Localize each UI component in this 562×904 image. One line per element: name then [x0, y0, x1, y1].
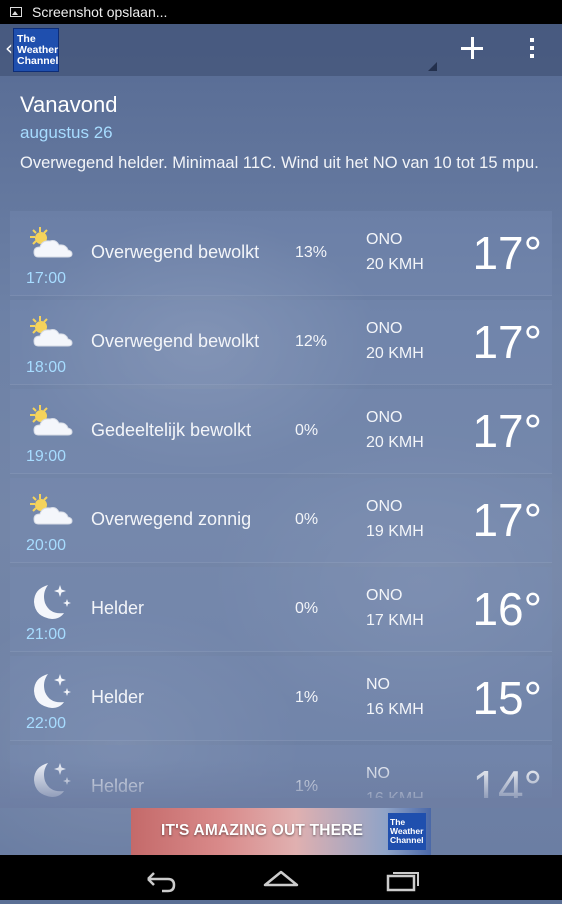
- forecast-temperature: 16°: [472, 583, 542, 635]
- wind-direction: ONO: [366, 231, 403, 248]
- forecast-date: augustus 26: [20, 123, 113, 142]
- status-notification-text: Screenshot opslaan...: [32, 4, 168, 20]
- wind-direction: ONO: [366, 498, 403, 515]
- wind-speed: 20 KMH: [366, 434, 424, 451]
- forecast-row[interactable]: 21:00 Helder 0% ONO 17 KMH 16°: [10, 567, 552, 652]
- recent-apps-icon: [386, 872, 419, 892]
- forecast-temperature: 17°: [472, 405, 542, 457]
- dropdown-corner-indicator: [428, 62, 437, 71]
- list-fade-overlay: [0, 760, 562, 808]
- recents-nav-button[interactable]: [372, 855, 432, 900]
- forecast-temperature: 17°: [472, 316, 542, 368]
- forecast-temperature: 17°: [472, 494, 542, 546]
- partly-cloudy-icon: [26, 312, 76, 356]
- forecast-condition: Gedeeltelijk bewolkt: [91, 420, 252, 440]
- status-bar: Screenshot opslaan...: [0, 0, 562, 24]
- app-logo[interactable]: The Weather Channel: [13, 28, 59, 72]
- wind-direction: ONO: [366, 409, 403, 426]
- forecast-row[interactable]: 22:00 Helder 1% NO 16 KMH 15°: [10, 656, 552, 741]
- precip-chance: 1%: [295, 689, 319, 706]
- forecast-condition: Overwegend bewolkt: [91, 242, 260, 262]
- screenshot-notification-icon: [10, 7, 22, 17]
- precip-chance: 0%: [295, 422, 319, 439]
- hourly-forecast-list[interactable]: 17:00 Overwegend bewolkt 13% ONO 20 KMH …: [10, 211, 552, 798]
- precip-chance: 0%: [295, 511, 319, 528]
- wind-direction: NO: [366, 676, 390, 693]
- forecast-time: 19:00: [26, 448, 67, 465]
- add-location-button[interactable]: [458, 34, 486, 62]
- overflow-menu-button[interactable]: [527, 38, 537, 62]
- forecast-condition: Helder: [91, 687, 145, 707]
- clear-night-icon: [26, 668, 76, 712]
- forecast-condition: Overwegend zonnig: [91, 509, 252, 529]
- home-nav-button[interactable]: [251, 855, 311, 900]
- wind-direction: ONO: [366, 320, 403, 337]
- home-icon: [263, 870, 299, 887]
- forecast-condition: Helder: [91, 598, 145, 618]
- forecast-time: 20:00: [26, 537, 67, 554]
- ad-logo-line: Channel: [390, 835, 424, 845]
- forecast-row[interactable]: 19:00 Gedeeltelijk bewolkt 0% ONO 20 KMH…: [10, 389, 552, 474]
- back-arrow-icon: [147, 872, 176, 893]
- wind-speed: 16 KMH: [366, 701, 424, 718]
- forecast-temperature: 17°: [472, 227, 542, 279]
- partly-cloudy-icon: [26, 223, 76, 267]
- wind-speed: 20 KMH: [366, 345, 424, 362]
- page-title: Vanavond: [20, 92, 118, 117]
- forecast-row[interactable]: 20:00 Overwegend zonnig 0% ONO 19 KMH 17…: [10, 478, 552, 563]
- back-nav-button[interactable]: [130, 855, 190, 900]
- precip-chance: 13%: [295, 244, 328, 261]
- partly-cloudy-icon: [26, 490, 76, 534]
- forecast-time: 21:00: [26, 626, 67, 643]
- forecast-temperature: 15°: [472, 672, 542, 724]
- precip-chance: 12%: [295, 333, 328, 350]
- forecast-condition: Overwegend bewolkt: [91, 331, 260, 351]
- forecast-row[interactable]: 18:00 Overwegend bewolkt 12% ONO 20 KMH …: [10, 300, 552, 385]
- ad-logo: The Weather Channel: [388, 813, 426, 850]
- wind-speed: 17 KMH: [366, 612, 424, 629]
- forecast-time: 22:00: [26, 715, 67, 732]
- forecast-time: 18:00: [26, 359, 67, 376]
- precip-chance: 0%: [295, 600, 319, 617]
- wind-speed: 20 KMH: [366, 256, 424, 273]
- wind-speed: 19 KMH: [366, 523, 424, 540]
- partly-cloudy-icon: [26, 401, 76, 445]
- logo-line: Channel: [17, 55, 59, 67]
- forecast-time: 17:00: [26, 270, 67, 287]
- wind-direction: ONO: [366, 587, 403, 604]
- ad-banner[interactable]: IT'S AMAZING OUT THERE The Weather Chann…: [131, 808, 431, 855]
- navigation-bar: [0, 855, 562, 900]
- ad-text: IT'S AMAZING OUT THERE: [161, 822, 364, 839]
- forecast-summary: Overwegend helder. Minimaal 11C. Wind ui…: [20, 154, 539, 172]
- back-chevron-icon[interactable]: ‹: [5, 36, 13, 60]
- forecast-row[interactable]: 17:00 Overwegend bewolkt 13% ONO 20 KMH …: [10, 211, 552, 296]
- clear-night-icon: [26, 579, 76, 623]
